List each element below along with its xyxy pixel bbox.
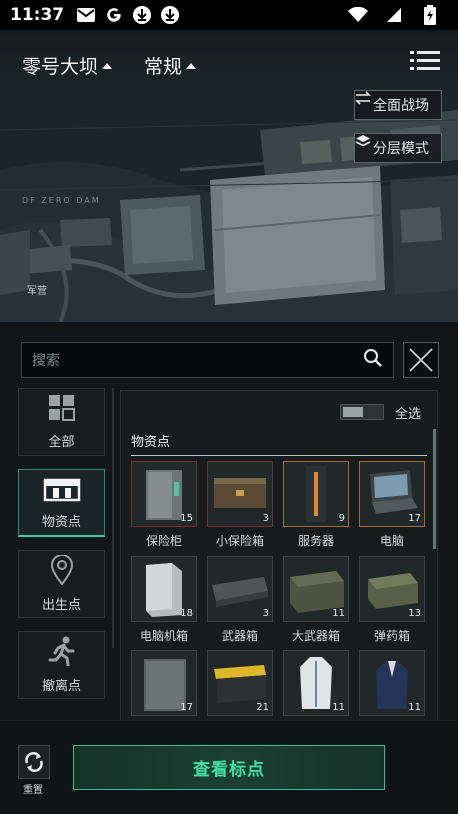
item-lab-coat[interactable]: 11	[283, 650, 349, 716]
category-label: 全部	[48, 435, 75, 450]
item-label: 弹药箱	[373, 629, 410, 643]
reset-label: 重置	[23, 785, 43, 796]
full-battle-label: 全面战场	[373, 98, 429, 114]
item-tile: 11	[283, 650, 349, 716]
category-label: 物资点	[41, 514, 81, 530]
search-icon[interactable]	[363, 348, 383, 372]
item-tile: 3	[207, 461, 273, 527]
item-count: 3	[262, 608, 269, 619]
grid-scrollbar[interactable]	[433, 429, 436, 549]
category-supply[interactable]: 物资点	[18, 469, 105, 537]
category-scrollbar[interactable]	[112, 388, 114, 648]
map-label-barracks: 军营	[27, 286, 47, 297]
item-cabinet[interactable]: 17	[131, 650, 197, 716]
full-battle-button[interactable]: 全面战场	[354, 90, 442, 120]
mode-select-dropdown[interactable]: 常规	[144, 52, 197, 79]
item-count: 21	[256, 702, 269, 713]
category-extract[interactable]: 撤离点	[18, 631, 105, 699]
item-label: 保险柜	[145, 534, 182, 548]
item-ammo-box[interactable]: 13 弹药箱	[359, 556, 425, 644]
item-tile: 15	[131, 461, 197, 527]
item-tile: 18	[131, 556, 197, 622]
item-label: 服务器	[297, 534, 334, 548]
status-bar: 11:37	[0, 0, 458, 30]
wifi-icon	[348, 5, 368, 25]
item-safe[interactable]: 15 保险柜	[131, 461, 197, 549]
category-all[interactable]: 全部	[18, 388, 105, 456]
section-title: 物资点	[131, 435, 171, 450]
reset-button[interactable]	[18, 745, 50, 779]
category-label: 出生点	[41, 598, 81, 613]
google-icon	[104, 5, 124, 25]
gmail-icon	[76, 5, 96, 25]
toggle-knob	[343, 407, 363, 417]
item-count: 17	[180, 702, 193, 713]
select-all-toggle[interactable]	[340, 404, 384, 420]
section-divider	[131, 455, 427, 456]
item-label: 电脑机箱	[139, 629, 188, 643]
item-large-weapon-box[interactable]: 11 大武器箱	[283, 556, 349, 644]
download-icon	[132, 5, 152, 25]
item-tile: 11	[359, 650, 425, 716]
item-count: 11	[332, 608, 345, 619]
map-select-dropdown[interactable]: 零号大坝	[22, 52, 113, 79]
battery-icon	[420, 5, 440, 25]
search-input[interactable]: 搜索	[32, 350, 363, 370]
item-count: 17	[408, 513, 421, 524]
item-yellow-crate[interactable]: 21	[207, 650, 273, 716]
refresh-icon	[25, 752, 43, 772]
item-grid-panel: 全选 物资点 15 保险柜 3 小保险箱 9 服务器 17 电脑 18 电脑机箱…	[120, 390, 438, 722]
item-tile: 17	[359, 461, 425, 527]
item-label: 电脑	[379, 534, 404, 548]
close-button[interactable]	[403, 342, 439, 378]
view-markers-label: 查看标点	[193, 760, 265, 780]
caret-up-icon	[186, 62, 197, 69]
map-name: 零号大坝	[22, 56, 99, 78]
item-tile: 11	[283, 556, 349, 622]
item-label: 小保险箱	[215, 534, 264, 548]
item-count: 18	[180, 608, 193, 619]
item-count: 3	[262, 513, 269, 524]
item-weapon-box[interactable]: 3 武器箱	[207, 556, 273, 644]
item-count: 9	[338, 513, 345, 524]
category-spawn[interactable]: 出生点	[18, 550, 105, 618]
item-tile: 21	[207, 650, 273, 716]
close-icon	[409, 348, 433, 372]
select-all-label[interactable]: 全选	[395, 403, 421, 422]
running-person-icon	[48, 636, 76, 670]
bottom-bar: 重置 查看标点	[0, 720, 458, 814]
item-count: 11	[408, 702, 421, 713]
item-tile: 13	[359, 556, 425, 622]
item-tile: 3	[207, 556, 273, 622]
signal-icon	[384, 5, 404, 25]
map-tiny-text: DF ZERO DAM	[22, 196, 101, 205]
category-label: 撤离点	[41, 679, 81, 694]
item-pc-case[interactable]: 18 电脑机箱	[131, 556, 197, 644]
item-jacket[interactable]: 11	[359, 650, 425, 716]
layer-mode-button[interactable]: 分层模式	[354, 133, 442, 163]
item-small-safe[interactable]: 3 小保险箱	[207, 461, 273, 549]
status-time: 11:37	[10, 5, 65, 25]
grid-icon	[48, 394, 76, 426]
caret-up-icon	[102, 62, 113, 69]
item-count: 15	[180, 513, 193, 524]
location-pin-icon	[50, 554, 74, 589]
layer-mode-label: 分层模式	[373, 141, 429, 157]
list-menu-icon[interactable]	[410, 50, 440, 72]
item-tile: 9	[283, 461, 349, 527]
view-markers-button[interactable]: 查看标点	[73, 745, 385, 790]
mode-name: 常规	[144, 56, 183, 78]
item-label: 武器箱	[221, 629, 258, 643]
search-bar[interactable]: 搜索	[21, 342, 394, 378]
item-computer[interactable]: 17 电脑	[359, 461, 425, 549]
crate-icon	[43, 476, 81, 506]
download-icon	[160, 5, 180, 25]
item-count: 13	[408, 608, 421, 619]
item-label: 大武器箱	[291, 629, 340, 643]
item-count: 11	[332, 702, 345, 713]
filter-panel: 搜索 全部 物资点 出生点 撤离点 全选 物资点 15 保险柜 3 小保险箱 9…	[0, 322, 458, 722]
item-server[interactable]: 9 服务器	[283, 461, 349, 549]
map-view[interactable]: 零号大坝 常规 全面战场 分层模式 DF ZERO DAM 军营	[0, 30, 458, 322]
item-tile: 17	[131, 650, 197, 716]
